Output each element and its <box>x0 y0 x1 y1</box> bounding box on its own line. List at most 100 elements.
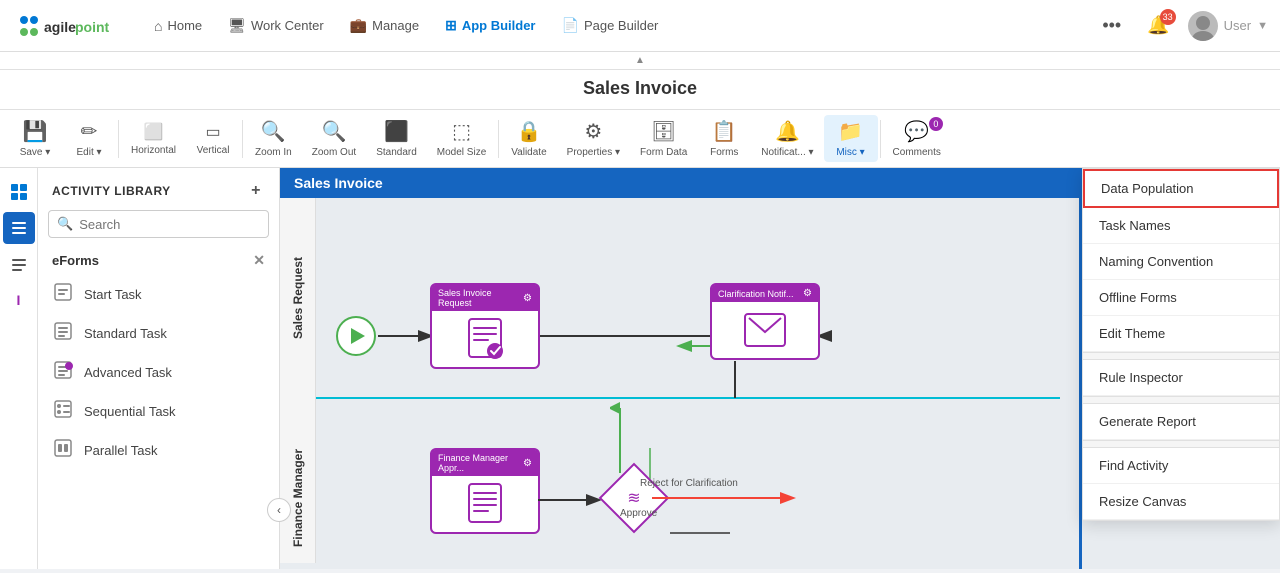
start-node[interactable] <box>336 316 376 356</box>
list-item[interactable]: Parallel Task <box>38 431 279 470</box>
notification-button[interactable]: 🔔 33 <box>1139 11 1177 40</box>
menu-item-edit-theme[interactable]: Edit Theme <box>1083 316 1279 352</box>
sidebar-icon-apps[interactable]: I <box>3 284 35 316</box>
edit-icon: ✏ <box>81 119 98 144</box>
toolbar-horizontal[interactable]: ⬜ Horizontal <box>121 118 186 160</box>
menu-item-rule-inspector[interactable]: Rule Inspector <box>1083 360 1279 396</box>
toolbar-misc[interactable]: 📁 Misc ▾ <box>824 115 878 162</box>
sidebar-icons: I <box>0 168 38 569</box>
list-item[interactable]: Advanced Task <box>38 353 279 392</box>
standard-icon: ⬛ <box>384 119 409 144</box>
activity-library-title: ACTIVITY LIBRARY <box>52 184 171 198</box>
sidebar-icon-menu[interactable] <box>3 248 35 280</box>
menu-separator-2 <box>1083 396 1279 404</box>
menu-item-resize-canvas[interactable]: Resize Canvas <box>1083 484 1279 520</box>
properties-label: Properties ▾ <box>567 147 620 158</box>
toolbar-notifications[interactable]: 🔔 Notificat... ▾ <box>751 115 823 162</box>
panel-collapse-handle[interactable]: ‹ <box>267 498 291 522</box>
nav-workcenter-label: Work Center <box>251 18 324 33</box>
more-button[interactable]: ••• <box>1094 11 1129 40</box>
node-gear-icon[interactable]: ⚙ <box>803 288 812 299</box>
toolbar-save[interactable]: 💾 Save ▾ <box>8 115 62 162</box>
user-chevron-icon[interactable]: ▼ <box>1257 20 1268 32</box>
toolbar-validate[interactable]: 🔒 Validate <box>501 115 556 162</box>
menu-item-data-population[interactable]: Data Population <box>1083 169 1279 208</box>
top-nav: agile point ⌂ Home 🖥 Work Center 💼 Manag… <box>0 0 1280 52</box>
toolbar-sep-1 <box>118 120 119 158</box>
advanced-task-icon <box>52 360 74 385</box>
notifications-icon: 🔔 <box>775 119 800 144</box>
node-gear-icon[interactable]: ⚙ <box>523 458 532 469</box>
toolbar: 💾 Save ▾ ✏ Edit ▾ ⬜ Horizontal ▭ Vertica… <box>0 110 1280 168</box>
diamond-node[interactable]: ≋ <box>602 466 666 530</box>
menu-item-naming-convention[interactable]: Naming Convention <box>1083 244 1279 280</box>
list-item-label: Parallel Task <box>84 443 157 458</box>
nav-appbuilder[interactable]: ⊞ App Builder <box>435 11 545 40</box>
menu-item-offline-forms[interactable]: Offline Forms <box>1083 280 1279 316</box>
validate-icon: 🔒 <box>517 119 542 144</box>
node-header: Finance Manager Appr... ⚙ <box>432 450 538 476</box>
nav-pagebuilder[interactable]: 📄 Page Builder <box>552 11 669 40</box>
user-area[interactable]: User ▼ <box>1188 11 1268 41</box>
formdata-label: Form Data <box>640 147 687 158</box>
nav-appbuilder-label: App Builder <box>462 18 536 33</box>
canvas-area: Sales Invoice <box>280 168 1280 569</box>
toolbar-formdata[interactable]: 🗄 Form Data <box>630 115 697 162</box>
avatar <box>1188 11 1218 41</box>
nav-home-label: Home <box>167 18 202 33</box>
workcenter-icon: 🖥 <box>228 17 246 34</box>
modelsize-icon: ⬚ <box>452 119 471 144</box>
list-item[interactable]: Start Task <box>38 275 279 314</box>
notifications-label: Notificat... ▾ <box>761 147 813 158</box>
toolbar-sep-2 <box>242 120 243 158</box>
node-header: Sales Invoice Request ⚙ <box>432 285 538 311</box>
toolbar-standard[interactable]: ⬛ Standard <box>366 115 427 162</box>
clarification-node[interactable]: Clarification Notif... ⚙ <box>710 283 820 360</box>
activity-header-buttons: + <box>247 180 265 202</box>
horizontal-label: Horizontal <box>131 145 176 156</box>
toolbar-sep-4 <box>880 120 881 158</box>
finance-manager-node[interactable]: Finance Manager Appr... ⚙ <box>430 448 540 534</box>
sequential-task-icon <box>52 399 74 424</box>
validate-label: Validate <box>511 147 546 158</box>
nav-manage[interactable]: 💼 Manage <box>340 11 429 40</box>
toolbar-zoomout[interactable]: 🔍 Zoom Out <box>302 115 366 162</box>
node-gear-icon[interactable]: ⚙ <box>523 293 532 304</box>
category-header: eForms ✕ <box>38 246 279 275</box>
node-body <box>432 476 538 532</box>
toolbar-comments[interactable]: 💬 Comments 0 <box>883 115 951 162</box>
collapse-bar[interactable]: ▲ <box>0 52 1280 70</box>
nav-home[interactable]: ⌂ Home <box>144 12 212 40</box>
logo: agile point <box>12 10 122 42</box>
menu-item-find-activity[interactable]: Find Activity <box>1083 448 1279 484</box>
approve-label: Approve <box>620 508 657 519</box>
page-title: Sales Invoice <box>0 70 1280 110</box>
sidebar-icon-list[interactable] <box>3 212 35 244</box>
zoomout-icon: 🔍 <box>322 119 347 144</box>
comments-badge: 0 <box>929 117 943 131</box>
activity-library-header: ACTIVITY LIBRARY + <box>38 168 279 210</box>
toolbar-vertical[interactable]: ▭ Vertical <box>186 118 240 160</box>
search-input[interactable] <box>79 217 260 232</box>
toolbar-properties[interactable]: ⚙ Properties ▾ <box>557 115 630 162</box>
node-label: Finance Manager Appr... <box>438 453 523 473</box>
approve-arrow <box>610 398 630 473</box>
add-activity-button[interactable]: + <box>247 180 265 202</box>
close-category-button[interactable]: ✕ <box>253 252 265 269</box>
list-item[interactable]: Standard Task <box>38 314 279 353</box>
toolbar-zoomin[interactable]: 🔍 Zoom In <box>245 115 302 162</box>
toolbar-modelsize[interactable]: ⬚ Model Size <box>427 115 496 162</box>
menu-separator-3 <box>1083 440 1279 448</box>
toolbar-edit[interactable]: ✏ Edit ▾ <box>62 115 116 162</box>
nav-workcenter[interactable]: 🖥 Work Center <box>218 11 334 40</box>
menu-item-generate-report[interactable]: Generate Report <box>1083 404 1279 440</box>
list-item[interactable]: Sequential Task <box>38 392 279 431</box>
menu-item-task-names[interactable]: Task Names <box>1083 208 1279 244</box>
sidebar-icon-grid[interactable] <box>3 176 35 208</box>
sales-invoice-request-node[interactable]: Sales Invoice Request ⚙ <box>430 283 540 369</box>
nav-pagebuilder-label: Page Builder <box>584 18 658 33</box>
node-label: Sales Invoice Request <box>438 288 523 308</box>
node-label: Clarification Notif... <box>718 289 794 299</box>
toolbar-forms[interactable]: 📋 Forms <box>697 115 751 162</box>
comments-icon: 💬 <box>904 119 929 144</box>
